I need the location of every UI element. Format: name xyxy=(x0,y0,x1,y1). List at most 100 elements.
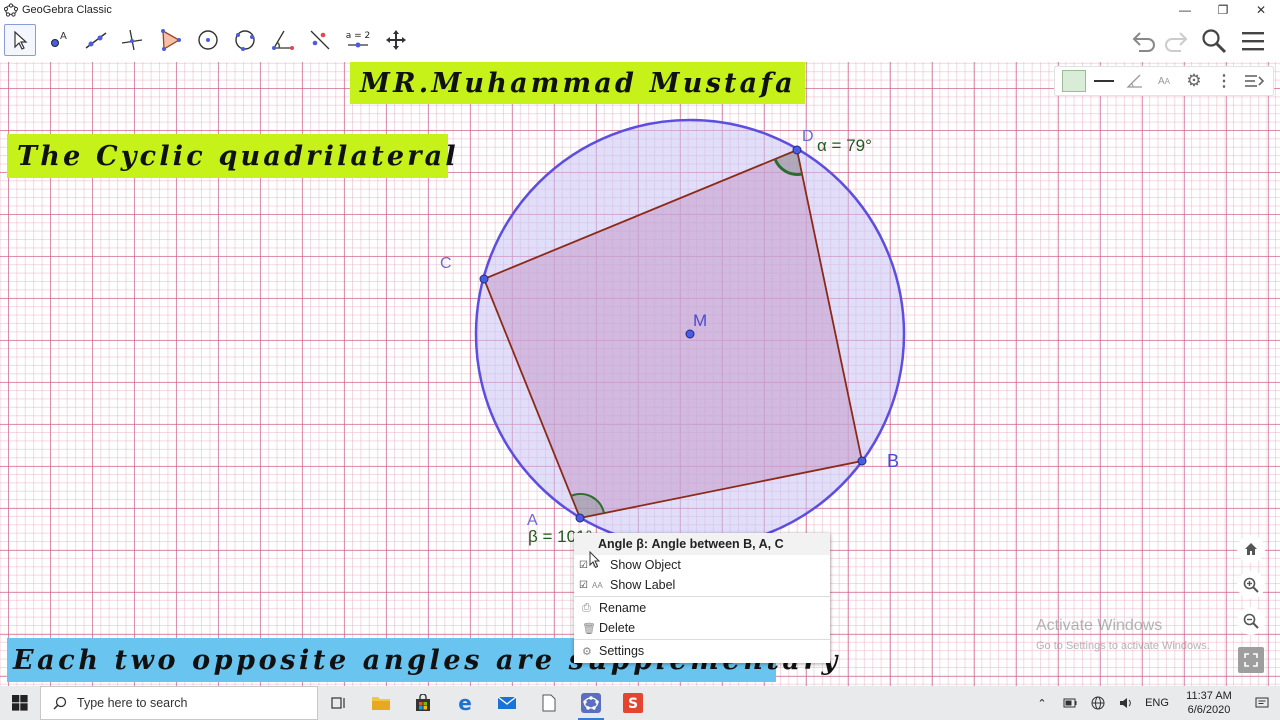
cursor-arrow-icon xyxy=(14,30,28,50)
menu-item-show-label[interactable]: ☑ AA Show Label xyxy=(574,575,830,595)
standard-view-button[interactable] xyxy=(1237,535,1265,563)
point-c[interactable] xyxy=(479,274,489,284)
circle-three-points-tool-button[interactable] xyxy=(229,24,261,56)
battery-button[interactable] xyxy=(1056,686,1084,720)
perpendicular-line-icon xyxy=(121,29,143,51)
start-button[interactable] xyxy=(0,686,40,720)
menu-item-rename[interactable]: ⎙ Rename xyxy=(574,598,830,618)
volume-button[interactable] xyxy=(1112,686,1140,720)
windows-logo-icon xyxy=(12,695,28,711)
slider-tool-button[interactable]: a = 2 xyxy=(342,24,374,56)
taskbar-search-box[interactable]: Type here to search xyxy=(40,686,318,720)
clock-time: 11:37 AM xyxy=(1186,690,1232,702)
redo-button[interactable] xyxy=(1161,26,1191,56)
graphics-settings-button[interactable]: ⚙ xyxy=(1179,67,1209,95)
graphics-view[interactable]: A B C D M α = 79° β = 101° MR.Muhammad M… xyxy=(0,62,1280,686)
geogebra-icon xyxy=(581,693,601,713)
move-tool-button[interactable] xyxy=(4,24,36,56)
line-style-button[interactable] xyxy=(1089,67,1119,95)
document-button[interactable] xyxy=(528,686,570,720)
perpendicular-line-tool-button[interactable] xyxy=(116,24,148,56)
svg-text:A: A xyxy=(60,31,67,42)
line-style-icon xyxy=(1094,80,1114,82)
network-button[interactable] xyxy=(1084,686,1112,720)
point-a[interactable] xyxy=(575,513,585,523)
label-d: D xyxy=(802,128,814,145)
mail-button[interactable] xyxy=(486,686,528,720)
edge-browser-button[interactable]: e xyxy=(444,686,486,720)
restore-button[interactable]: ❐ xyxy=(1204,0,1242,20)
hamburger-menu-icon xyxy=(1242,32,1264,51)
file-explorer-button[interactable] xyxy=(360,686,402,720)
speaker-icon xyxy=(1120,698,1131,708)
polygon-tool-button[interactable] xyxy=(154,24,186,56)
angle-icon xyxy=(272,30,294,50)
more-options-button[interactable]: ⋮ xyxy=(1209,67,1239,95)
circle-three-points-icon xyxy=(235,30,255,51)
menu-separator xyxy=(574,639,830,640)
trash-icon: 🗑 xyxy=(582,622,596,635)
fullscreen-icon xyxy=(1244,653,1258,667)
line-tool-button[interactable] xyxy=(80,24,112,56)
input-language-button[interactable]: ENG xyxy=(1140,686,1174,720)
search-icon xyxy=(1202,29,1227,54)
circle-center-point-tool-button[interactable] xyxy=(192,24,224,56)
move-graphics-view-tool-button[interactable] xyxy=(380,24,412,56)
menu-item-label: Show Label xyxy=(610,578,676,592)
color-swatch xyxy=(1062,70,1086,92)
zoom-in-icon xyxy=(1243,577,1259,593)
clock[interactable]: 11:37 AM 6/6/2020 xyxy=(1174,689,1244,717)
close-button[interactable]: ✕ xyxy=(1242,0,1280,20)
polygon-icon xyxy=(161,29,181,51)
undo-button[interactable] xyxy=(1129,26,1159,56)
color-button[interactable] xyxy=(1059,67,1089,95)
zoom-out-button[interactable] xyxy=(1237,607,1265,635)
zoom-in-button[interactable] xyxy=(1237,571,1265,599)
vertical-dots-icon: ⋮ xyxy=(1216,73,1232,90)
minimize-button[interactable]: — xyxy=(1166,0,1204,20)
search-button[interactable] xyxy=(1199,26,1229,56)
search-placeholder: Type here to search xyxy=(77,696,188,710)
notification-icon xyxy=(1255,697,1269,708)
text-style-button[interactable]: AA xyxy=(1149,67,1179,95)
point-tool-button[interactable]: A xyxy=(42,24,74,56)
mail-icon xyxy=(497,696,517,709)
label-m: M xyxy=(693,311,707,330)
geogebra-taskbar-button[interactable] xyxy=(570,686,612,720)
notifications-button[interactable] xyxy=(1244,686,1280,720)
task-view-button[interactable] xyxy=(318,686,360,720)
show-hidden-icons-button[interactable]: ⌃ xyxy=(1028,686,1056,720)
point-m[interactable] xyxy=(685,329,695,339)
fullscreen-button[interactable] xyxy=(1238,647,1264,673)
toolbar: A a = 2 xyxy=(0,20,1280,62)
point-icon: A xyxy=(51,31,67,47)
geogebra-app: GeoGebra Classic — ❐ ✕ A a = 2 A B C D M… xyxy=(0,0,1280,720)
style-bar-toggle-icon xyxy=(1245,75,1265,87)
folder-icon xyxy=(372,697,390,710)
point-d[interactable] xyxy=(792,145,802,155)
label-c: C xyxy=(440,255,452,272)
undo-icon xyxy=(1132,32,1155,52)
home-icon xyxy=(1245,543,1257,555)
store-button[interactable] xyxy=(402,686,444,720)
document-icon xyxy=(542,694,556,712)
screencast-app-button[interactable]: S xyxy=(612,686,654,720)
zoom-out-icon xyxy=(1243,613,1259,629)
screen-recorder-icon: S xyxy=(623,693,643,713)
context-menu: Angle β: Angle between B, A, C ☑ ○ Show … xyxy=(574,533,830,663)
title-bar: GeoGebra Classic — ❐ ✕ xyxy=(0,0,1280,20)
angle-tool-button[interactable] xyxy=(266,24,298,56)
angle-style-button[interactable] xyxy=(1119,67,1149,95)
toggle-style-bar-button[interactable] xyxy=(1239,67,1269,95)
reflect-tool-button[interactable] xyxy=(304,24,336,56)
label-b: B xyxy=(887,451,899,471)
menu-item-show-object[interactable]: ☑ ○ Show Object xyxy=(574,555,830,575)
main-menu-button[interactable] xyxy=(1238,26,1268,56)
activate-windows-title: Activate Windows xyxy=(1036,617,1163,634)
redo-icon xyxy=(1165,32,1188,52)
menu-item-settings[interactable]: ⚙ Settings xyxy=(574,641,830,661)
menu-item-delete[interactable]: 🗑 Delete xyxy=(574,618,830,638)
text-style-icon: AA xyxy=(1157,75,1170,87)
geogebra-logo-icon xyxy=(4,3,18,17)
point-b[interactable] xyxy=(857,456,867,466)
